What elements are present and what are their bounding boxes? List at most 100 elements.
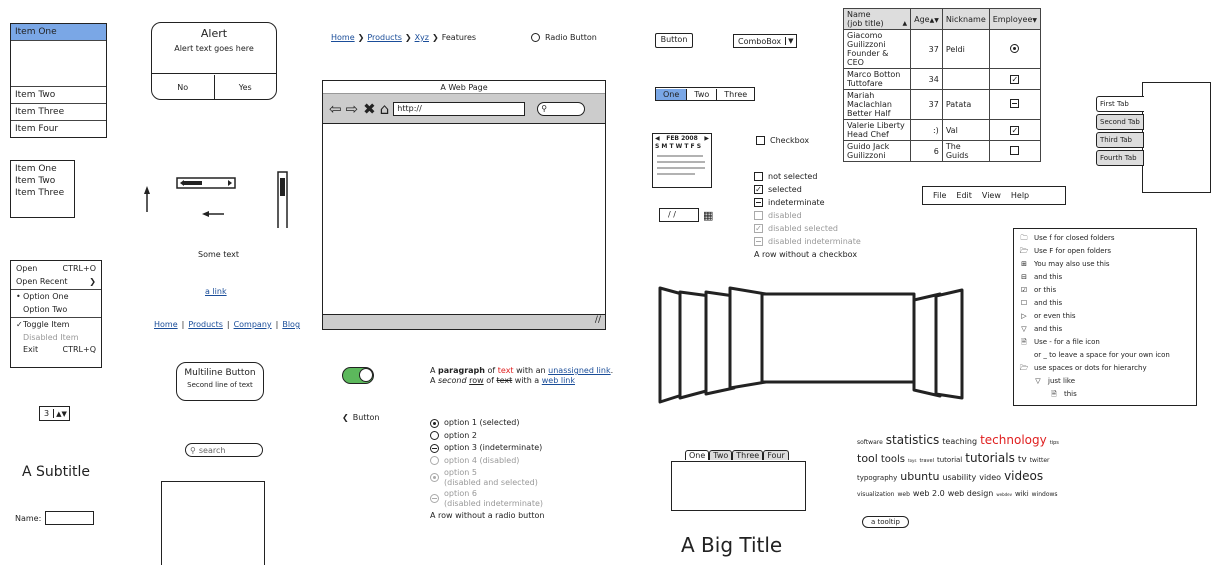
- prev-month-icon[interactable]: ◀: [655, 135, 660, 142]
- nav-link-products[interactable]: Products: [188, 320, 223, 329]
- tree-item[interactable]: or _ to leave a space for your own icon: [1018, 349, 1192, 362]
- vtab-third[interactable]: Third Tab: [1096, 132, 1144, 148]
- htab-two[interactable]: Two: [709, 449, 733, 460]
- menu-item-option-one[interactable]: • Option One: [11, 291, 101, 304]
- vertical-scrollbar[interactable]: [277, 171, 288, 228]
- tree-item[interactable]: 🗎 this: [1018, 388, 1192, 401]
- tag-link[interactable]: tutorials: [965, 451, 1015, 465]
- tag-link[interactable]: twitter: [1030, 457, 1050, 464]
- menu-item-option-two[interactable]: Option Two: [11, 304, 101, 317]
- col-header-name[interactable]: Name (job title) ▲: [842, 8, 912, 30]
- check-icon[interactable]: ✓: [1010, 125, 1020, 135]
- home-icon[interactable]: ⌂: [380, 100, 390, 118]
- tag-link[interactable]: wiki: [1015, 490, 1029, 498]
- date-input[interactable]: / /: [659, 208, 699, 222]
- nav-link-company[interactable]: Company: [234, 320, 272, 329]
- back-button[interactable]: ❮ Button: [342, 413, 380, 422]
- table-row[interactable]: Guido Jack Guilizzoni 6 The Guids: [842, 140, 1042, 162]
- checkbox-single[interactable]: Checkbox: [756, 136, 809, 145]
- tree-item[interactable]: ☐ and this: [1018, 297, 1192, 310]
- tag-link[interactable]: windows: [1032, 491, 1058, 498]
- checkbox-empty-icon[interactable]: [1010, 145, 1020, 155]
- tree-item[interactable]: ☑ or this: [1018, 284, 1192, 297]
- nav-link-home[interactable]: Home: [154, 320, 178, 329]
- tag-link[interactable]: web design: [948, 489, 994, 498]
- radio-option-1[interactable]: option 1 (selected): [430, 417, 545, 430]
- table-row[interactable]: Mariah Maclachlan Better Half 37 Patata: [842, 89, 1042, 120]
- radio-selected-icon[interactable]: [1010, 43, 1020, 53]
- tree-item[interactable]: 🗁 Use F for open folders: [1018, 245, 1192, 258]
- tree-item[interactable]: ▽ just like: [1018, 375, 1192, 388]
- vtab-first[interactable]: First Tab: [1096, 96, 1144, 112]
- vtab-fourth[interactable]: Fourth Tab: [1096, 150, 1144, 166]
- next-month-icon[interactable]: ▶: [704, 135, 709, 142]
- resize-grip-icon[interactable]: ∕∕: [595, 315, 601, 325]
- list-item[interactable]: Item Four: [11, 121, 106, 138]
- number-stepper[interactable]: 3 ▲▼: [39, 406, 70, 421]
- indeterminate-icon[interactable]: [1010, 99, 1020, 108]
- tag-link[interactable]: video: [979, 473, 1001, 482]
- alert-yes-button[interactable]: Yes: [215, 75, 277, 100]
- table-row[interactable]: Valerie Liberty Head Chef :) Val ✓: [842, 119, 1042, 141]
- menu-help[interactable]: Help: [1011, 191, 1029, 200]
- unassigned-link[interactable]: unassigned link: [548, 366, 610, 375]
- breadcrumb-home[interactable]: Home: [331, 33, 355, 42]
- htab-one[interactable]: One: [685, 449, 710, 460]
- stepper-arrows-icon[interactable]: ▲▼: [54, 410, 69, 418]
- name-input[interactable]: [45, 511, 95, 525]
- tag-link[interactable]: tutorial: [937, 456, 962, 464]
- tag-link[interactable]: typography: [857, 474, 897, 482]
- list-item[interactable]: Item Two: [11, 87, 106, 104]
- button[interactable]: Button: [655, 33, 693, 48]
- tag-link[interactable]: tips: [1050, 440, 1059, 446]
- back-arrow-icon[interactable]: ⇦: [329, 100, 342, 118]
- tag-link[interactable]: tool: [857, 452, 878, 465]
- tree-item[interactable]: ▽ and this: [1018, 323, 1192, 336]
- table-row[interactable]: Giacomo Guilizzoni Founder & CEO 37 Peldi: [842, 29, 1042, 69]
- list-item[interactable]: Item Three: [11, 104, 106, 121]
- menu-view[interactable]: View: [982, 191, 1001, 200]
- tag-link[interactable]: software: [857, 439, 883, 446]
- tree-item[interactable]: ⊞ You may also use this: [1018, 258, 1192, 271]
- list-item[interactable]: Item Two: [15, 175, 70, 187]
- tree-item[interactable]: ⊟ and this: [1018, 271, 1192, 284]
- menu-item-open[interactable]: Open CTRL+O: [11, 263, 101, 276]
- breadcrumb-products[interactable]: Products: [367, 33, 402, 42]
- tag-link[interactable]: statistics: [886, 433, 940, 447]
- tag-link[interactable]: ubuntu: [900, 470, 939, 483]
- radio-option-2[interactable]: option 2: [430, 430, 545, 443]
- calendar[interactable]: ◀ FEB 2008 ▶ S M T W T F S: [652, 133, 712, 188]
- tag-link[interactable]: toys: [908, 458, 916, 463]
- forward-arrow-icon[interactable]: ⇨: [346, 100, 359, 118]
- segment-two[interactable]: Two: [687, 88, 718, 100]
- segment-three[interactable]: Three: [717, 89, 754, 100]
- segment-one[interactable]: One: [656, 88, 688, 100]
- url-input[interactable]: http://: [393, 101, 526, 116]
- col-header-nickname[interactable]: Nickname: [941, 8, 990, 30]
- tag-link[interactable]: teaching: [942, 437, 977, 446]
- toggle-switch[interactable]: [342, 367, 374, 384]
- menu-file[interactable]: File: [933, 191, 946, 200]
- calendar-icon[interactable]: ▦: [703, 209, 713, 222]
- menu-item-open-recent[interactable]: Open Recent ❯: [11, 276, 101, 289]
- a-link[interactable]: a link: [205, 287, 227, 296]
- tag-link[interactable]: web 2.0: [913, 489, 945, 498]
- tag-link[interactable]: tv: [1018, 455, 1027, 465]
- nav-link-blog[interactable]: Blog: [282, 320, 300, 329]
- tree-item[interactable]: 🗎 Use - for a file icon: [1018, 336, 1192, 349]
- tree-item[interactable]: ▷ or even this: [1018, 310, 1192, 323]
- menu-item-exit[interactable]: Exit CTRL+Q: [11, 344, 101, 357]
- radio-button-top[interactable]: Radio Button: [531, 33, 597, 42]
- horizontal-scrollbar[interactable]: [176, 177, 236, 189]
- stop-x-icon[interactable]: ✖: [363, 100, 376, 118]
- tree-item[interactable]: 🗀 Use f for closed folders: [1018, 232, 1192, 245]
- combobox[interactable]: ComboBox ▼: [733, 34, 797, 48]
- htab-four[interactable]: Four: [763, 449, 789, 460]
- tag-link[interactable]: technology: [980, 433, 1047, 447]
- tag-link[interactable]: travel: [919, 458, 934, 464]
- menu-item-toggle[interactable]: ✓ Toggle Item: [11, 319, 101, 332]
- tag-link[interactable]: webdev: [996, 492, 1012, 497]
- browser-search-input[interactable]: ⚲: [537, 101, 586, 116]
- col-header-employee[interactable]: Employee▼: [988, 8, 1042, 30]
- tag-link[interactable]: web: [897, 491, 909, 498]
